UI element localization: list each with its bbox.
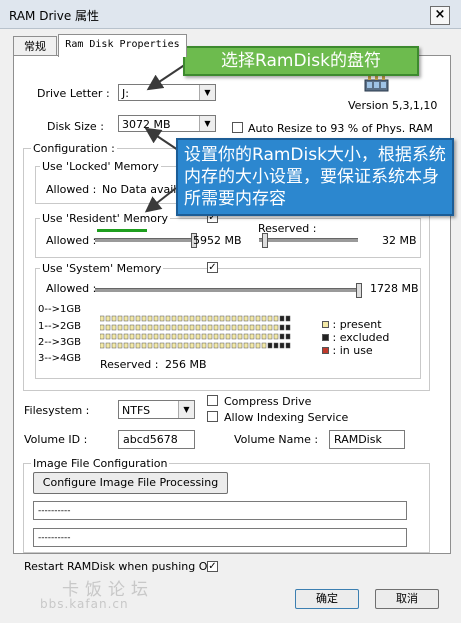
callout-disk-size: 设置你的RamDisk大小，根据系统内存的大小设置，要保证系统本身所需要内存容 — [176, 138, 454, 216]
callout-drive-letter: 选择RamDisk的盘符 — [183, 46, 419, 76]
callout-arrows — [144, 63, 187, 213]
tab-ramdisk-properties[interactable]: Ram Disk Properties — [58, 34, 187, 57]
